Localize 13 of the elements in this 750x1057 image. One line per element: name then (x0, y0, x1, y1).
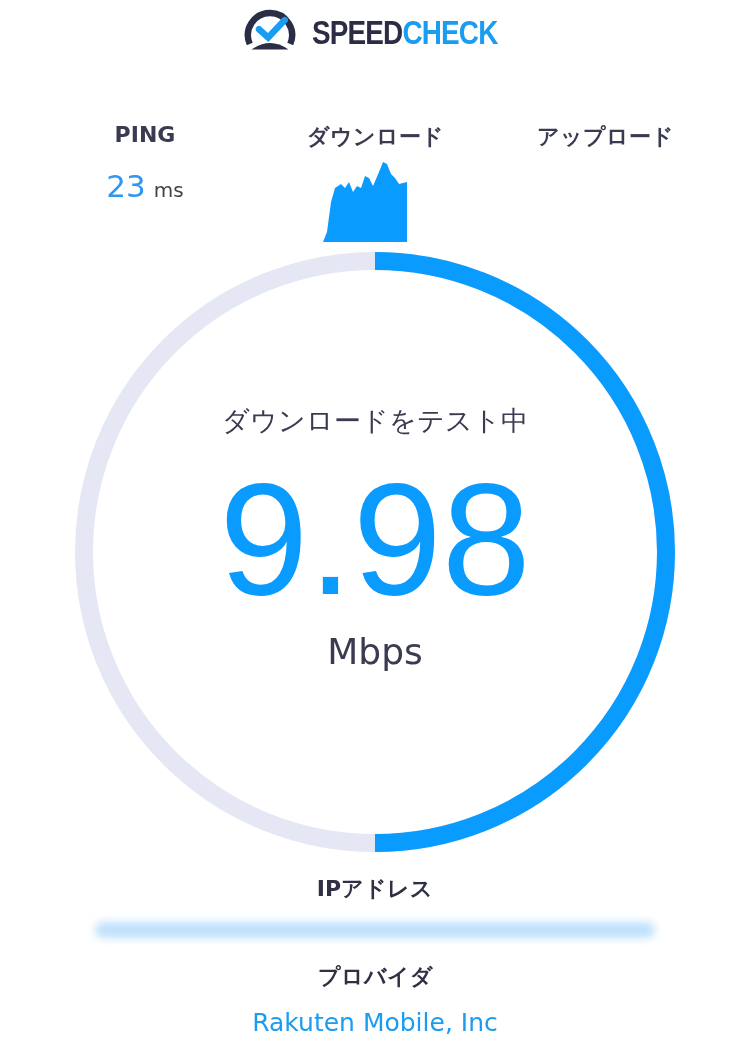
speed-value: 9.98 (219, 458, 531, 619)
speed-unit: Mbps (327, 630, 423, 672)
metric-label: PING (114, 122, 176, 149)
ping-value: 23 (106, 168, 146, 204)
logo-text: CHECK (402, 12, 498, 52)
metric-label: アップロード (536, 123, 674, 151)
provider-name: Rakuten Mobile, Inc (252, 1008, 498, 1037)
ping-unit: ms (153, 178, 184, 202)
info-label: IPアドレス (316, 875, 434, 903)
metric-label: ダウンロード (306, 123, 444, 151)
test-status: ダウンロードをテスト中 (222, 403, 528, 438)
info-label: プロバイダ (317, 963, 433, 991)
logo-text: SPEED (311, 12, 403, 52)
